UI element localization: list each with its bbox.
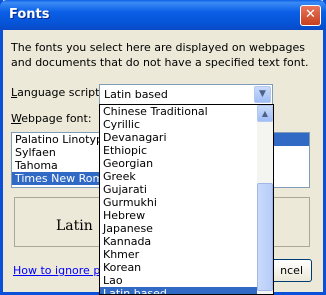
webpage-font-label: Webpage font: — [11, 112, 92, 125]
dropdown-option[interactable]: Kannada — [100, 235, 258, 248]
language-script-label: Language script: — [11, 86, 103, 99]
dropdown-option[interactable]: Chinese Traditional — [100, 105, 258, 118]
dropdown-option[interactable]: Ethiopic — [100, 144, 258, 157]
window-title: Fonts — [9, 7, 50, 22]
webpage-font-list[interactable]: Palatino Linotype Sylfaen Tahoma Times N… — [11, 132, 100, 188]
description-text: The fonts you select here are displayed … — [11, 41, 309, 69]
webpage-font-label-rest: ebpage font: — [21, 112, 92, 125]
dropdown-option[interactable]: Georgian — [100, 157, 258, 170]
dropdown-option[interactable]: Japanese — [100, 222, 258, 235]
dropdown-option[interactable]: Greek — [100, 170, 258, 183]
font-list-item-selected[interactable]: Times New Roman — [12, 172, 99, 185]
dropdown-option[interactable]: Korean — [100, 261, 258, 274]
language-label-rest: anguage script: — [17, 86, 104, 99]
dropdown-option[interactable]: Gurmukhi — [100, 196, 258, 209]
dropdown-option[interactable]: Cyrillic — [100, 118, 258, 131]
dropdown-option[interactable]: Devanagari — [100, 131, 258, 144]
dropdown-option[interactable]: Lao — [100, 274, 258, 287]
font-list-item[interactable]: Palatino Linotype — [12, 133, 99, 146]
title-bar[interactable]: Fonts ✕ — [0, 0, 326, 30]
ignore-link[interactable]: How to ignore pre — [13, 264, 111, 277]
language-script-value: Latin based — [104, 88, 168, 101]
dropdown-option[interactable]: Gujarati — [100, 183, 258, 196]
font-sample-text: Latin — [56, 218, 93, 234]
dropdown-option[interactable]: Khmer — [100, 248, 258, 261]
dropdown-option[interactable]: Hebrew — [100, 209, 258, 222]
language-script-select[interactable]: Latin based ▼ — [99, 84, 273, 105]
webpage-font-label-accel: W — [11, 112, 22, 125]
scrollbar-thumb[interactable] — [257, 183, 273, 291]
chevron-down-icon[interactable]: ▼ — [254, 86, 271, 103]
dropdown-scrollbar[interactable]: ▲ — [257, 105, 273, 294]
scroll-up-icon[interactable]: ▲ — [257, 105, 273, 122]
language-script-dropdown[interactable]: Chinese Traditional Cyrillic Devanagari … — [99, 104, 274, 295]
close-icon[interactable]: ✕ — [300, 5, 321, 26]
font-list-item[interactable]: Tahoma — [12, 159, 99, 172]
font-list-item[interactable]: Sylfaen — [12, 146, 99, 159]
dropdown-option-selected[interactable]: Latin based — [100, 287, 258, 294]
